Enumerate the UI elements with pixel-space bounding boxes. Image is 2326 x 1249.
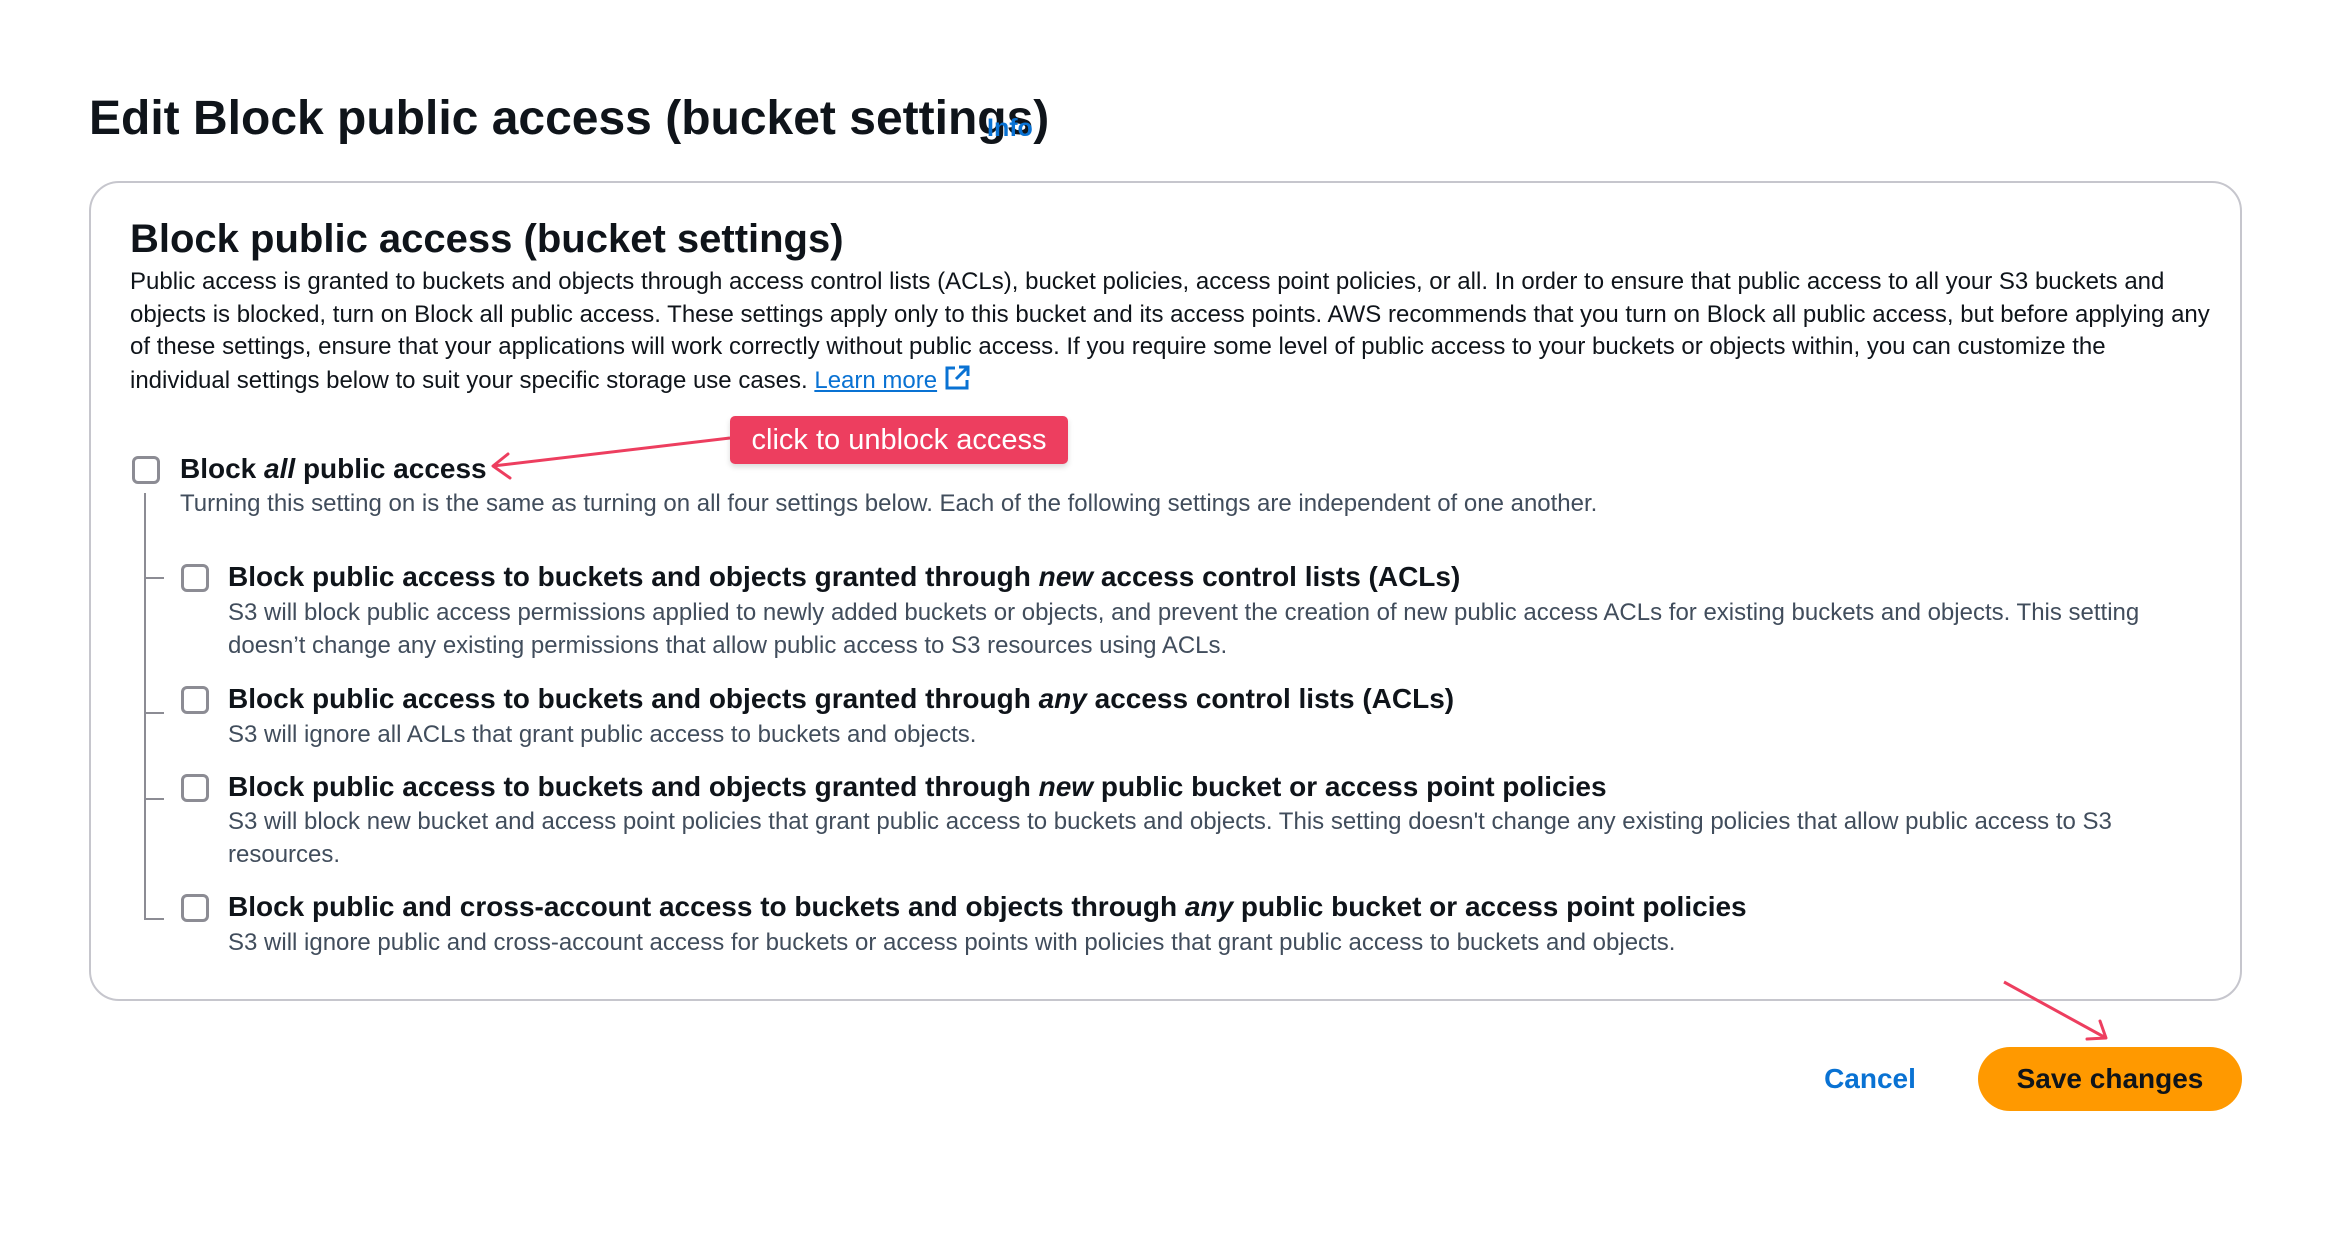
block-any-policies-label-pre: Block public and cross-account access to… (228, 891, 1185, 922)
external-link-icon[interactable] (943, 364, 971, 402)
block-any-acls-checkbox[interactable] (181, 686, 209, 714)
panel-description-text: Public access is granted to buckets and … (130, 268, 2210, 394)
tree-connector-1 (144, 577, 164, 579)
block-new-acls-label-emphasis: new (1038, 561, 1094, 592)
block-new-policies-label-pre: Block public access to buckets and objec… (228, 771, 1039, 802)
block-all-label-pre: Block (180, 453, 265, 484)
save-changes-button[interactable]: Save changes (1978, 1047, 2242, 1111)
block-all-label-emphasis: all (264, 453, 296, 484)
block-new-acls-label[interactable]: Block public access to buckets and objec… (228, 560, 1460, 594)
block-new-policies-label[interactable]: Block public access to buckets and objec… (228, 770, 1607, 804)
learn-more-link[interactable]: Learn more (814, 367, 937, 394)
block-new-acls-description: S3 will block public access permissions … (228, 599, 2140, 659)
block-all-label[interactable]: Block all public access (180, 452, 487, 486)
cancel-button[interactable]: Cancel (1810, 1050, 1930, 1108)
info-link[interactable]: Info (987, 114, 1033, 143)
tree-connector-3 (144, 798, 164, 800)
block-new-acls-label-pre: Block public access to buckets and objec… (228, 561, 1039, 592)
block-any-acls-description: S3 will ignore all ACLs that grant publi… (228, 721, 977, 748)
block-new-policies-description: S3 will block new bucket and access poin… (228, 808, 2112, 868)
block-any-policies-label-emphasis: any (1184, 891, 1234, 922)
page-title: Edit Block public access (bucket setting… (89, 92, 1050, 145)
block-new-policies-label-emphasis: new (1038, 771, 1094, 802)
learn-more-label: Learn more (814, 366, 938, 394)
block-new-policies-checkbox[interactable] (181, 774, 209, 802)
block-any-acls-label-post: access control lists (ACLs) (1086, 683, 1455, 714)
annotation-callout: click to unblock access (730, 416, 1068, 464)
block-any-acls-label[interactable]: Block public access to buckets and objec… (228, 682, 1454, 716)
block-new-acls-checkbox[interactable] (181, 564, 209, 592)
tree-connector-2 (144, 712, 164, 714)
block-all-description: Turning this setting on is the same as t… (180, 490, 1598, 517)
tree-connector-4 (144, 918, 164, 920)
block-any-policies-description: S3 will ignore public and cross-account … (228, 929, 1676, 956)
block-any-acls-label-pre: Block public access to buckets and objec… (228, 683, 1039, 714)
panel-description: Public access is granted to buckets and … (130, 266, 2210, 401)
panel-title: Block public access (bucket settings) (130, 217, 844, 261)
block-new-acls-label-post: access control lists (ACLs) (1093, 561, 1461, 592)
block-any-policies-checkbox[interactable] (181, 894, 209, 922)
block-all-checkbox[interactable] (132, 456, 160, 484)
block-all-label-post: public access (295, 453, 487, 484)
tree-connector-vertical (144, 493, 146, 918)
block-new-policies-label-post: public bucket or access point policies (1093, 771, 1607, 802)
block-any-acls-label-emphasis: any (1038, 683, 1087, 714)
block-any-policies-label[interactable]: Block public and cross-account access to… (228, 890, 1747, 924)
block-any-policies-label-post: public bucket or access point policies (1233, 891, 1747, 922)
